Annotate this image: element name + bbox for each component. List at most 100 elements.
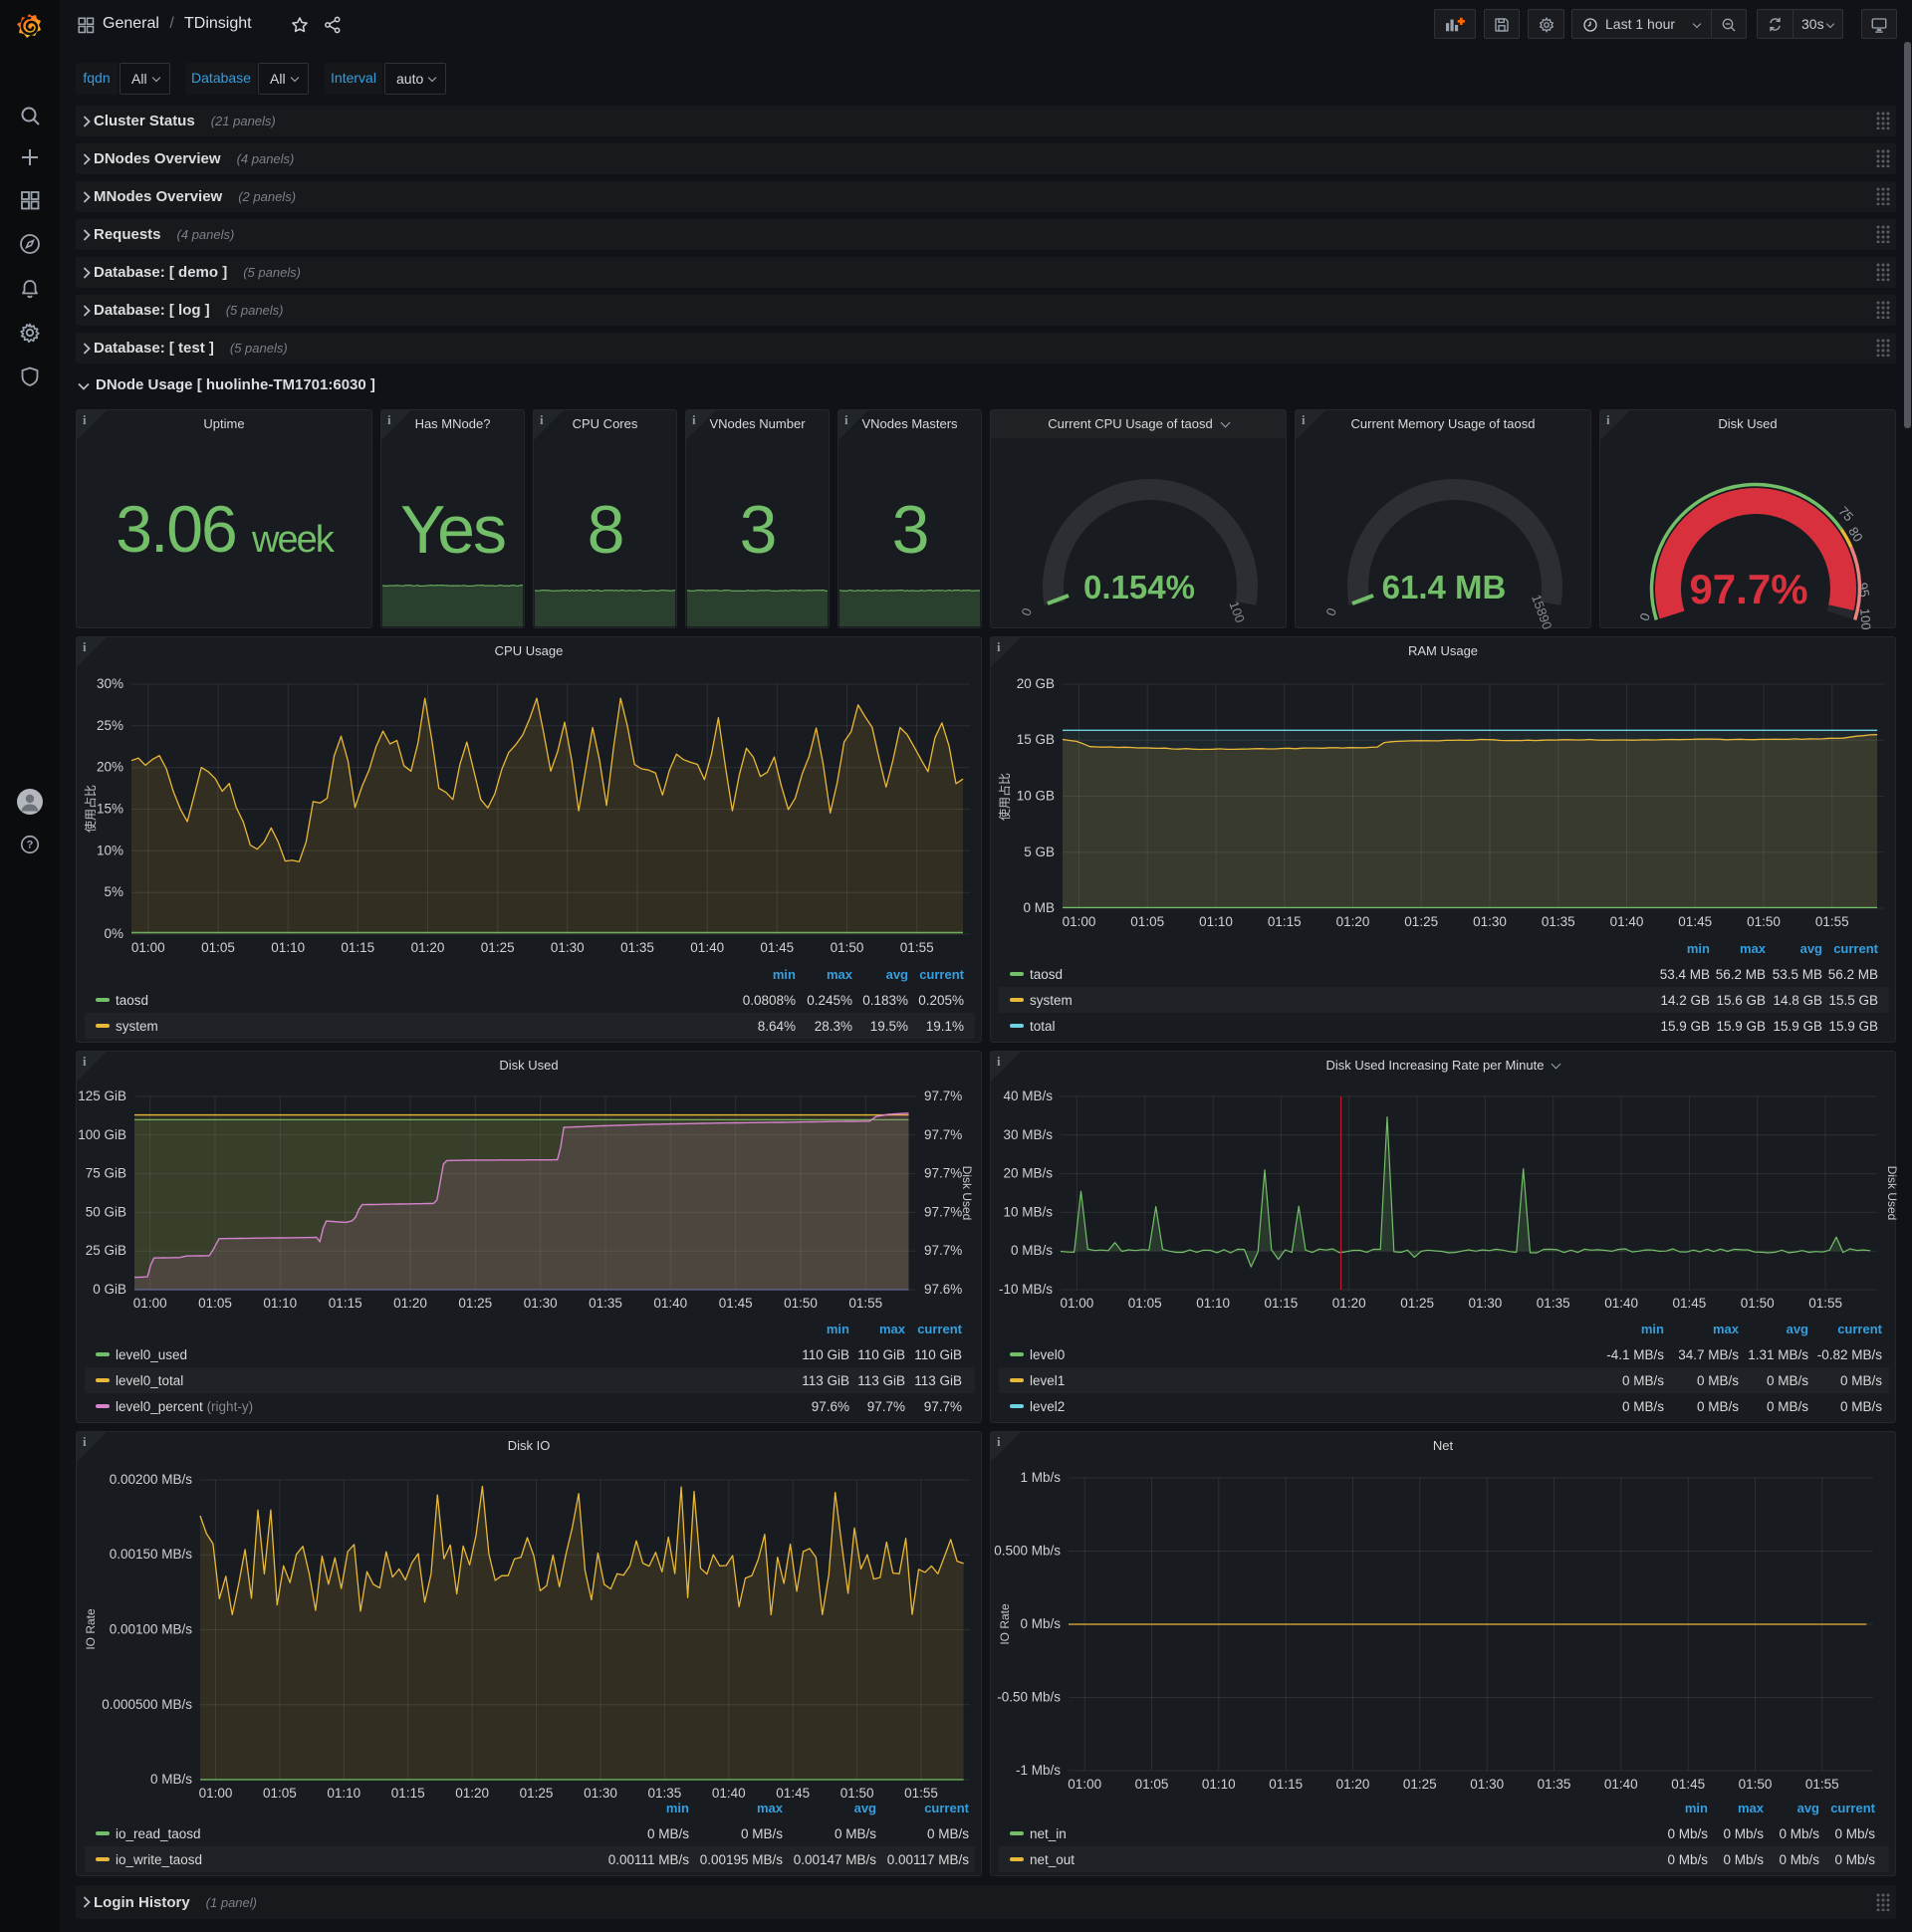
- svg-text:0.00100 MB/s: 0.00100 MB/s: [110, 1622, 193, 1637]
- svg-text:current: current: [924, 1801, 969, 1815]
- svg-text:Disk Used: Disk Used: [960, 1166, 974, 1221]
- svg-text:97.7%: 97.7%: [924, 1088, 962, 1103]
- svg-text:01:20: 01:20: [1336, 1777, 1370, 1792]
- svg-text:0: 0: [1322, 605, 1339, 617]
- svg-text:01:05: 01:05: [1128, 1296, 1162, 1311]
- svg-text:io_write_taosd: io_write_taosd: [116, 1852, 202, 1867]
- svg-text:97.6%: 97.6%: [812, 1399, 849, 1414]
- svg-text:01:05: 01:05: [1130, 914, 1164, 929]
- svg-text:0.205%: 0.205%: [918, 993, 964, 1008]
- svg-text:10 GB: 10 GB: [1017, 789, 1055, 804]
- svg-text:20%: 20%: [97, 760, 123, 775]
- svg-text:01:00: 01:00: [131, 940, 165, 955]
- svg-text:01:45: 01:45: [1673, 1296, 1707, 1311]
- svg-text:0 MB/s: 0 MB/s: [1767, 1373, 1808, 1388]
- svg-text:level0_used: level0_used: [116, 1347, 187, 1362]
- svg-text:01:55: 01:55: [900, 940, 934, 955]
- svg-text:5 GB: 5 GB: [1024, 845, 1055, 859]
- svg-text:01:45: 01:45: [776, 1786, 810, 1801]
- svg-text:-1 Mb/s: -1 Mb/s: [1016, 1763, 1061, 1778]
- svg-text:min: min: [1641, 1322, 1664, 1336]
- svg-text:-0.82 MB/s: -0.82 MB/s: [1817, 1347, 1883, 1362]
- svg-text:113 GiB: 113 GiB: [857, 1373, 905, 1388]
- svg-text:taosd: taosd: [116, 993, 148, 1008]
- svg-text:56.2 MB: 56.2 MB: [1716, 967, 1766, 982]
- svg-text:1 Mb/s: 1 Mb/s: [1020, 1470, 1061, 1485]
- svg-text:0 Mb/s: 0 Mb/s: [1723, 1826, 1764, 1841]
- svg-text:01:15: 01:15: [1268, 914, 1302, 929]
- svg-text:53.4 MB: 53.4 MB: [1660, 967, 1710, 982]
- svg-text:0 MB/s: 0 MB/s: [1840, 1373, 1882, 1388]
- svg-text:avg: avg: [1800, 941, 1822, 956]
- svg-text:01:25: 01:25: [481, 940, 515, 955]
- svg-text:01:50: 01:50: [784, 1296, 818, 1311]
- svg-text:01:05: 01:05: [198, 1296, 232, 1311]
- svg-text:current: current: [917, 1322, 962, 1336]
- svg-text:97.7%: 97.7%: [1689, 566, 1807, 612]
- svg-text:01:45: 01:45: [760, 940, 794, 955]
- svg-text:50 GiB: 50 GiB: [86, 1204, 126, 1219]
- svg-text:01:15: 01:15: [391, 1786, 425, 1801]
- svg-text:01:00: 01:00: [1061, 1296, 1094, 1311]
- svg-text:01:20: 01:20: [393, 1296, 427, 1311]
- svg-text:net_out: net_out: [1030, 1852, 1075, 1867]
- svg-text:15.9 GB: 15.9 GB: [1716, 1019, 1766, 1034]
- svg-text:25 GiB: 25 GiB: [86, 1243, 126, 1258]
- svg-text:max: max: [1738, 1801, 1765, 1815]
- svg-text:01:35: 01:35: [648, 1786, 682, 1801]
- svg-text:01:35: 01:35: [620, 940, 654, 955]
- svg-text:0 Mb/s: 0 Mb/s: [1834, 1852, 1875, 1867]
- svg-text:01:40: 01:40: [712, 1786, 746, 1801]
- svg-text:113 GiB: 113 GiB: [802, 1373, 849, 1388]
- svg-text:95: 95: [1855, 582, 1872, 599]
- svg-text:IO Rate: IO Rate: [84, 1608, 98, 1650]
- svg-text:0: 0: [1018, 605, 1035, 617]
- svg-text:01:30: 01:30: [584, 1786, 617, 1801]
- svg-text:01:55: 01:55: [1808, 1296, 1842, 1311]
- svg-text:75 GiB: 75 GiB: [86, 1166, 126, 1181]
- svg-text:0 MB/s: 0 MB/s: [1011, 1243, 1053, 1258]
- svg-text:01:25: 01:25: [458, 1296, 492, 1311]
- svg-text:01:15: 01:15: [1265, 1296, 1299, 1311]
- svg-text:15.9 GB: 15.9 GB: [1660, 1019, 1710, 1034]
- svg-text:20 MB/s: 20 MB/s: [1003, 1166, 1053, 1181]
- svg-text:97.7%: 97.7%: [867, 1399, 905, 1414]
- svg-text:0.245%: 0.245%: [807, 993, 852, 1008]
- svg-text:01:30: 01:30: [551, 940, 585, 955]
- svg-text:15 GB: 15 GB: [1017, 732, 1055, 747]
- svg-text:0 Mb/s: 0 Mb/s: [1779, 1826, 1819, 1841]
- svg-text:0 Mb/s: 0 Mb/s: [1667, 1826, 1708, 1841]
- svg-text:97.7%: 97.7%: [924, 1399, 962, 1414]
- svg-text:min: min: [827, 1322, 849, 1336]
- svg-text:0.00200 MB/s: 0.00200 MB/s: [110, 1472, 193, 1487]
- svg-text:level0_total: level0_total: [116, 1373, 183, 1388]
- svg-text:level2: level2: [1030, 1399, 1065, 1414]
- svg-text:01:15: 01:15: [341, 940, 374, 955]
- svg-text:-4.1 MB/s: -4.1 MB/s: [1606, 1347, 1664, 1362]
- svg-text:0: 0: [1636, 610, 1653, 622]
- svg-text:110 GiB: 110 GiB: [914, 1347, 962, 1362]
- svg-text:avg: avg: [854, 1801, 876, 1815]
- svg-text:15.9 GB: 15.9 GB: [1773, 1019, 1822, 1034]
- svg-text:01:40: 01:40: [690, 940, 724, 955]
- svg-text:56.2 MB: 56.2 MB: [1828, 967, 1878, 982]
- svg-text:0 MB/s: 0 MB/s: [647, 1826, 689, 1841]
- svg-text:97.7%: 97.7%: [924, 1204, 962, 1219]
- svg-text:19.1%: 19.1%: [926, 1019, 964, 1034]
- svg-text:01:40: 01:40: [1610, 914, 1644, 929]
- svg-text:01:15: 01:15: [1269, 1777, 1303, 1792]
- svg-text:01:20: 01:20: [1336, 914, 1370, 929]
- svg-text:使用占比: 使用占比: [997, 773, 1012, 821]
- svg-text:15.5 GB: 15.5 GB: [1828, 993, 1878, 1008]
- svg-text:level1: level1: [1030, 1373, 1065, 1388]
- svg-text:110 GiB: 110 GiB: [857, 1347, 905, 1362]
- svg-text:1.31 MB/s: 1.31 MB/s: [1748, 1347, 1808, 1362]
- svg-text:0 MB/s: 0 MB/s: [150, 1772, 192, 1787]
- svg-text:19.5%: 19.5%: [870, 1019, 908, 1034]
- svg-text:01:50: 01:50: [1739, 1777, 1773, 1792]
- svg-text:-0.50 Mb/s: -0.50 Mb/s: [997, 1690, 1061, 1705]
- svg-text:01:25: 01:25: [1400, 1296, 1434, 1311]
- svg-text:0 MB: 0 MB: [1023, 900, 1055, 915]
- svg-text:15.9 GB: 15.9 GB: [1828, 1019, 1878, 1034]
- svg-text:level0_percent (right-y): level0_percent (right-y): [116, 1399, 253, 1414]
